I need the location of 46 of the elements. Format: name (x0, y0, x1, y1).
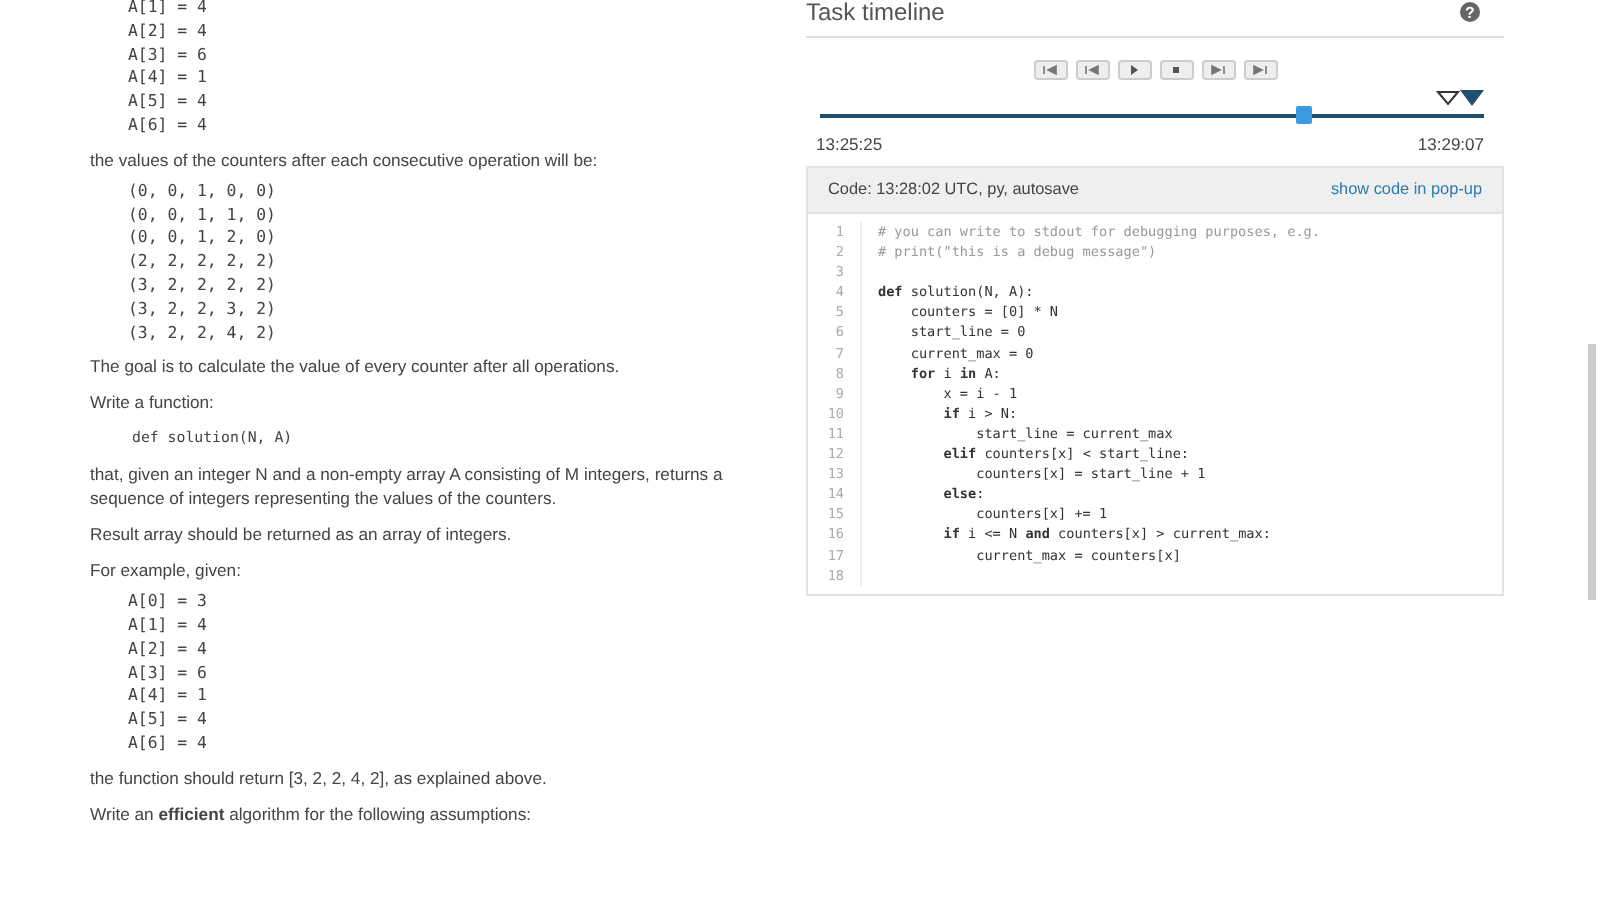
playback-button[interactable] (1075, 60, 1109, 80)
code-line: A[1] = 4 (128, 613, 207, 638)
paragraph: the values of the counters after each consecutive operation will be: (90, 147, 600, 172)
playback-button[interactable] (1033, 60, 1067, 80)
skip-icon (1082, 64, 1102, 76)
playback-button[interactable] (1201, 60, 1235, 80)
paragraph: The goal is to calculate the value of every counter after all operations. (90, 354, 622, 379)
code-line: A[4] = 1 (128, 684, 207, 709)
paragraph: the function should return [3, 2, 2, 4, 2], as explained above. (90, 765, 549, 790)
code-line: A[3] = 6 (128, 661, 207, 685)
code-line: A[4] = 1 (128, 66, 207, 91)
paragraph: For example, given: (90, 558, 243, 583)
start-time: 13:25:25 (816, 134, 883, 154)
code-line: A[2] = 4 (128, 637, 207, 662)
playback-button[interactable] (1159, 60, 1193, 80)
code-line: A[2] = 4 (128, 19, 207, 44)
playback-button[interactable] (1243, 60, 1277, 80)
code-line: (0, 0, 1, 1, 0) (128, 203, 276, 227)
playback-button[interactable] (1117, 60, 1151, 80)
skip-icon (1208, 64, 1228, 76)
skip-icon (1250, 64, 1270, 76)
code-line: (3, 2, 2, 3, 2) (128, 297, 276, 322)
code-line: A[6] = 4 (128, 731, 207, 756)
paragraph: Write an efficient algorithm for the following assumptions: (90, 801, 534, 826)
code-line: (2, 2, 2, 2, 2) (128, 250, 276, 274)
code-line: A[6] = 4 (128, 113, 207, 138)
code-line: A[3] = 6 (128, 43, 207, 67)
code-line: (3, 2, 2, 4, 2) (128, 321, 276, 345)
code-line: (0, 0, 1, 2, 0) (128, 226, 276, 251)
panel-title: Task timeline (806, 0, 945, 26)
end-time: 13:29:07 (1417, 134, 1484, 154)
scrollbar-thumb[interactable] (1588, 344, 1596, 600)
code-line: A[5] = 4 (128, 90, 207, 114)
code-line: A[0] = 3 (128, 590, 207, 614)
popup-link[interactable]: show code in pop-up (1330, 180, 1482, 198)
code-line: A[1] = 4 (128, 0, 207, 20)
help-icon[interactable]: ? (1460, 2, 1480, 22)
paragraph: Write a function: (90, 390, 216, 415)
skip-icon (1040, 64, 1060, 76)
paragraph: that, given an integer N and a non-empty array A consisting of M integers, returns a sequence of integers representing the values of the counters. (90, 462, 725, 511)
code-line: (0, 0, 1, 0, 0) (128, 179, 276, 204)
code-line: (3, 2, 2, 2, 2) (128, 273, 276, 298)
code-info: Code: 13:28:02 UTC, py, autosave (828, 180, 1079, 198)
paragraph: Result array should be returned as an array of integers. (90, 522, 514, 547)
code-line: A[5] = 4 (128, 708, 207, 732)
slider-thumb[interactable] (1296, 106, 1313, 124)
